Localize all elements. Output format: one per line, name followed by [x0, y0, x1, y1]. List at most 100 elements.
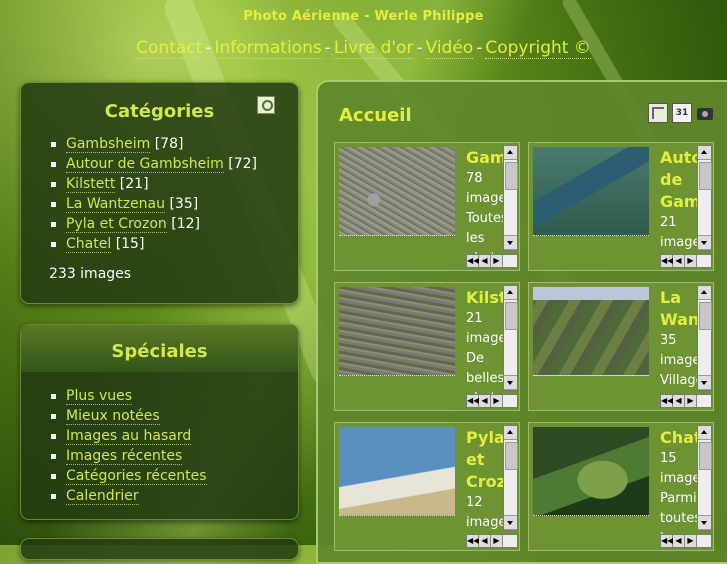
thumbnail-text: Auto de Gam 21 image — [660, 147, 700, 261]
category-link-gambsheim[interactable]: Gambsheim — [66, 136, 151, 153]
vertical-scrollbar[interactable] — [503, 285, 518, 391]
scroll-thumb[interactable] — [505, 302, 518, 330]
special-item: Plus vues — [51, 386, 298, 406]
horizontal-scrollbar[interactable]: ◀◀ ◀ ▶ — [660, 534, 712, 548]
scroll-up-arrow-icon[interactable] — [698, 286, 711, 300]
scroll-up-arrow-icon[interactable] — [504, 146, 517, 160]
scroll-left-icon[interactable]: ◀ — [479, 255, 491, 267]
scroll-up-arrow-icon[interactable] — [504, 426, 517, 440]
scroll-thumb[interactable] — [505, 162, 518, 190]
scroll-right-icon[interactable]: ▶ — [491, 255, 503, 267]
scroll-left-icon[interactable]: ◀ — [479, 395, 491, 407]
thumbnail-desc: image — [660, 353, 700, 368]
scroll-left-icon[interactable]: ◀ — [673, 255, 685, 267]
nav-separator: - — [476, 38, 483, 58]
scroll-down-arrow-icon[interactable] — [504, 235, 517, 250]
horizontal-scrollbar[interactable]: ◀◀ ◀ ▶ — [660, 254, 712, 268]
vertical-scrollbar[interactable] — [697, 145, 712, 251]
scroll-right-icon[interactable]: ▶ — [685, 535, 697, 547]
scroll-first-icon[interactable]: ◀◀ — [661, 535, 673, 547]
thumbnail-title[interactable]: Pyla et Croz — [466, 427, 506, 493]
thumbnail-title[interactable]: Kilst — [466, 287, 506, 309]
camera-icon[interactable] — [696, 103, 714, 121]
special-link-most-viewed[interactable]: Plus vues — [66, 388, 133, 405]
scroll-up-arrow-icon[interactable] — [698, 146, 711, 160]
special-link-recent-images[interactable]: Images récentes — [66, 448, 183, 465]
nav-separator: - — [416, 38, 423, 58]
scroll-down-arrow-icon[interactable] — [504, 375, 517, 390]
thumbnail-title[interactable]: Chat — [660, 427, 700, 449]
thumbnail-title[interactable]: Gam — [466, 147, 506, 169]
scroll-thumb[interactable] — [505, 442, 518, 470]
category-count: [15] — [115, 236, 145, 252]
scroll-right-icon[interactable]: ▶ — [685, 255, 697, 267]
grid-view-icon[interactable] — [648, 103, 668, 123]
thumbnail-image[interactable] — [339, 287, 455, 376]
scroll-down-arrow-icon[interactable] — [698, 235, 711, 250]
thumbnail-text: La Want 35 image Village char — [660, 287, 700, 401]
thumbnail-card[interactable]: Gam 78 image Toutes les photos ◀◀◀▶ — [334, 142, 520, 271]
thumbnail-title[interactable]: Auto de Gam — [660, 147, 700, 213]
scroll-down-arrow-icon[interactable] — [504, 515, 517, 530]
thumbnail-desc: image — [466, 331, 506, 346]
thumbnail-desc: 21 — [466, 311, 483, 326]
total-images-count: 233 images — [49, 266, 132, 282]
categories-panel: Catégories Gambsheim [78] Autour de Gamb… — [20, 82, 299, 304]
vertical-scrollbar[interactable] — [503, 425, 518, 531]
nav-informations[interactable]: Informations — [214, 38, 322, 59]
thumbnail-card[interactable]: Auto de Gam 21 image ◀◀ ◀ ▶ — [528, 142, 714, 271]
scroll-thumb[interactable] — [699, 442, 712, 470]
scroll-first-icon[interactable]: ◀◀ — [467, 255, 479, 267]
scroll-thumb[interactable] — [699, 162, 712, 190]
scroll-first-icon[interactable]: ◀◀ — [661, 255, 673, 267]
special-link-calendar[interactable]: Calendrier — [66, 488, 139, 505]
nav-video[interactable]: Vidéo — [425, 38, 474, 59]
nav-copyright[interactable]: Copyright © — [485, 38, 591, 59]
special-link-random[interactable]: Images au hasard — [66, 428, 192, 445]
horizontal-scrollbar[interactable]: ◀◀ ◀ ▶ — [660, 394, 712, 408]
scroll-down-arrow-icon[interactable] — [698, 375, 711, 390]
horizontal-scrollbar[interactable]: ◀◀ ◀ ▶ — [466, 534, 518, 548]
thumbnail-card[interactable]: Chat 15 image Parmi toutes les ◀◀◀▶ — [528, 422, 714, 551]
scroll-thumb[interactable] — [699, 302, 712, 330]
thumbnail-image[interactable] — [533, 427, 649, 516]
category-link-autour-de-gambsheim[interactable]: Autour de Gambsheim — [66, 156, 224, 173]
category-item: Kilstett [21] — [51, 174, 298, 194]
thumbnail-image[interactable] — [339, 147, 455, 236]
scroll-left-icon[interactable]: ◀ — [479, 535, 491, 547]
thumbnail-card[interactable]: La Want 35 image Village char ◀◀◀▶ — [528, 282, 714, 411]
thumbnail-title[interactable]: La Want — [660, 287, 700, 331]
category-link-la-wantzenau[interactable]: La Wantzenau — [66, 196, 166, 213]
category-link-kilstett[interactable]: Kilstett — [66, 176, 116, 193]
scroll-up-arrow-icon[interactable] — [504, 286, 517, 300]
scroll-right-icon[interactable]: ▶ — [491, 395, 503, 407]
vertical-scrollbar[interactable] — [697, 285, 712, 391]
scroll-down-arrow-icon[interactable] — [698, 515, 711, 530]
thumbnail-image[interactable] — [339, 427, 455, 516]
special-link-recent-categories[interactable]: Catégories récentes — [66, 468, 207, 485]
thumbnail-card[interactable]: Pyla et Croz 12 image ◀◀ ◀ ▶ — [334, 422, 520, 551]
vertical-scrollbar[interactable] — [697, 425, 712, 531]
scroll-first-icon[interactable]: ◀◀ — [467, 395, 479, 407]
scroll-up-arrow-icon[interactable] — [698, 426, 711, 440]
scroll-left-icon[interactable]: ◀ — [673, 535, 685, 547]
thumbnail-card[interactable]: Kilst 21 image De belles photos ◀◀◀▶ — [334, 282, 520, 411]
scroll-first-icon[interactable]: ◀◀ — [467, 535, 479, 547]
calendar-icon[interactable]: 31 — [672, 103, 692, 123]
nav-livre-dor[interactable]: Livre d'or — [333, 38, 414, 59]
special-link-best-rated[interactable]: Mieux notées — [66, 408, 160, 425]
search-icon[interactable] — [257, 96, 275, 114]
horizontal-scrollbar[interactable]: ◀◀ ◀ ▶ — [466, 394, 518, 408]
thumbnail-image[interactable] — [533, 287, 649, 376]
category-link-chatel[interactable]: Chatel — [66, 236, 112, 253]
horizontal-scrollbar[interactable]: ◀◀ ◀ ▶ — [466, 254, 518, 268]
category-link-pyla-et-crozon[interactable]: Pyla et Crozon — [66, 216, 167, 233]
vertical-scrollbar[interactable] — [503, 145, 518, 251]
thumbnail-image[interactable] — [533, 147, 649, 236]
scroll-left-icon[interactable]: ◀ — [673, 395, 685, 407]
nav-contact[interactable]: Contact — [136, 38, 203, 59]
scroll-right-icon[interactable]: ▶ — [491, 535, 503, 547]
scroll-right-icon[interactable]: ▶ — [685, 395, 697, 407]
special-item: Images récentes — [51, 446, 298, 466]
scroll-first-icon[interactable]: ◀◀ — [661, 395, 673, 407]
